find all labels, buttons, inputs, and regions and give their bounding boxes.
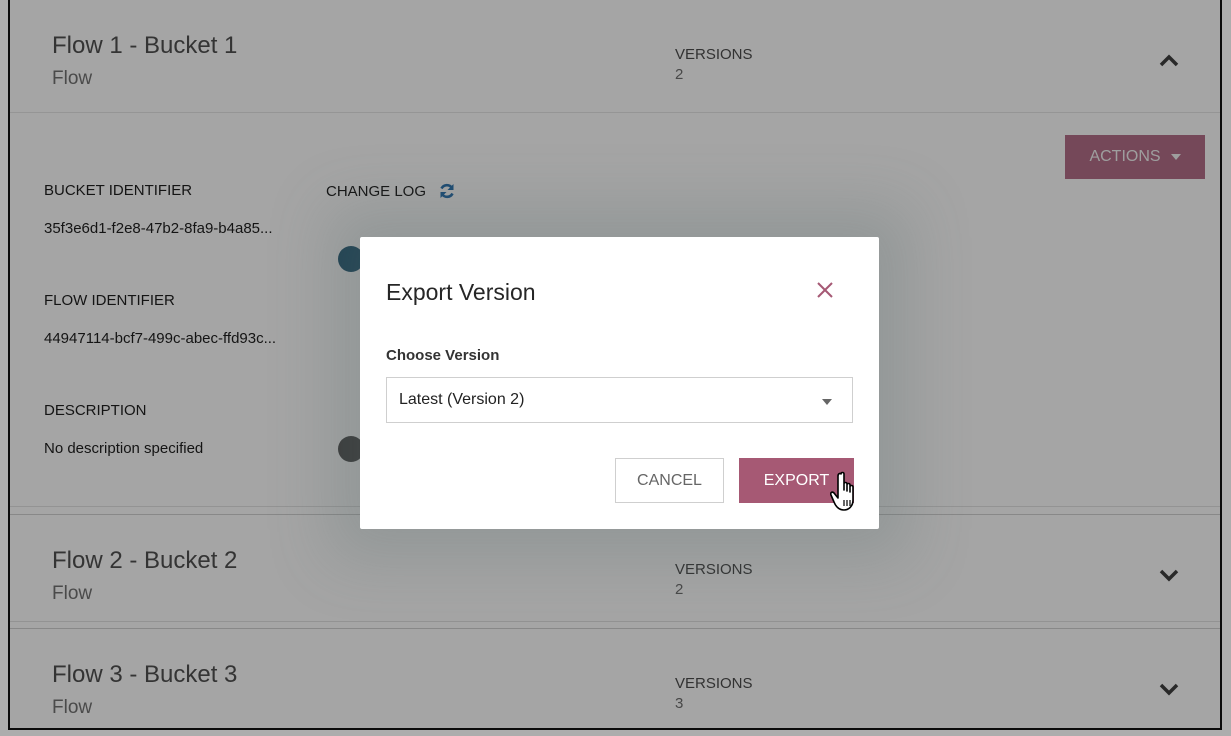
close-button[interactable] — [810, 275, 840, 305]
cancel-button[interactable]: CANCEL — [615, 458, 724, 503]
selected-version: Latest (Version 2) — [399, 391, 525, 408]
export-version-dialog: Export Version Choose Version Latest (Ve… — [360, 237, 879, 529]
dialog-title: Export Version — [386, 279, 536, 305]
close-icon — [817, 282, 833, 298]
version-select[interactable]: Latest (Version 2) — [386, 377, 853, 423]
dropdown-caret-icon — [822, 399, 832, 405]
hand-cursor-icon — [830, 471, 854, 511]
choose-version-label: Choose Version — [386, 347, 500, 364]
